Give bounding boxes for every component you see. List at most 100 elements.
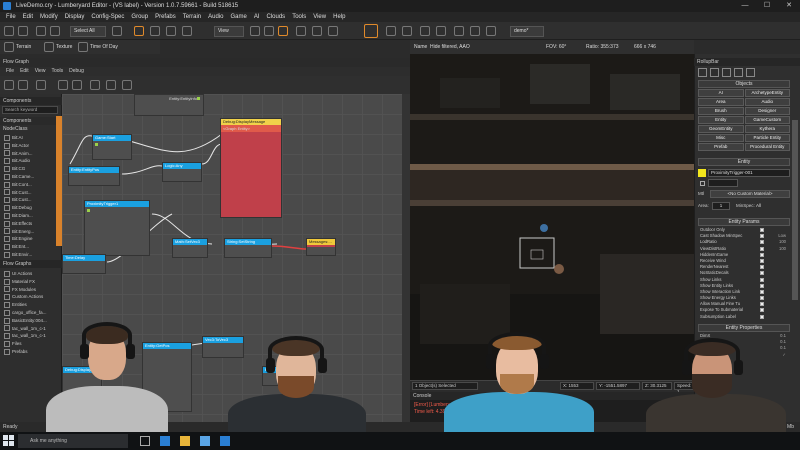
param-checkbox[interactable] xyxy=(760,314,764,319)
flow-graph-item[interactable]: Custom Actions xyxy=(4,293,58,301)
component-item[interactable]: Bit:Effects xyxy=(4,220,58,228)
param-checkbox[interactable] xyxy=(760,234,764,239)
maximize-button[interactable]: ☐ xyxy=(756,0,778,12)
scale-icon[interactable] xyxy=(166,26,176,36)
param-checkbox[interactable] xyxy=(760,240,764,245)
terrain-icon[interactable] xyxy=(4,42,14,52)
component-item[interactable]: Bit:Debug xyxy=(4,204,58,212)
menu-item-terrain[interactable]: Terrain xyxy=(183,12,201,22)
minimize-button[interactable]: — xyxy=(734,0,756,12)
snap-icon[interactable] xyxy=(182,26,192,36)
flow-node-entity-pos[interactable]: Entity:EntityPos xyxy=(68,166,120,186)
fg-pause-icon[interactable] xyxy=(106,80,116,90)
flow-node-debug-display[interactable]: Debug:DisplayMessage <Graph Entity> xyxy=(220,118,282,218)
param-checkbox[interactable] xyxy=(760,289,764,294)
edge-icon[interactable] xyxy=(160,436,170,446)
select-icon[interactable] xyxy=(112,26,122,36)
time-of-day-icon[interactable] xyxy=(78,42,88,52)
component-item[interactable]: Bit:Cont... xyxy=(4,181,58,189)
component-item[interactable]: Bit:Anim... xyxy=(4,150,58,158)
grid-snap-icon[interactable] xyxy=(312,26,322,36)
axis-z-icon[interactable] xyxy=(278,26,288,36)
flow-graph-item[interactable]: Material FX xyxy=(4,278,58,286)
param-checkbox[interactable] xyxy=(760,258,764,263)
component-item[interactable]: Bit:Cust... xyxy=(4,189,58,197)
select-all-dropdown[interactable]: Select All xyxy=(70,26,106,37)
store-icon[interactable] xyxy=(200,436,210,446)
fg-menu-item-file[interactable]: File xyxy=(6,67,14,76)
link-icon[interactable] xyxy=(36,26,46,36)
object-button[interactable]: Kythera xyxy=(744,125,790,133)
menu-item-game[interactable]: Game xyxy=(230,12,246,22)
area-value[interactable]: 1 xyxy=(712,202,730,210)
file-explorer-icon[interactable] xyxy=(180,436,190,446)
minspec-value[interactable]: All xyxy=(756,203,761,208)
component-item[interactable]: Bit:Energ... xyxy=(4,228,58,236)
object-button[interactable]: Designer xyxy=(744,107,790,115)
layer-icon[interactable] xyxy=(470,26,480,36)
database-icon[interactable] xyxy=(486,26,496,36)
object-button[interactable]: Misc xyxy=(698,134,744,142)
param-checkbox[interactable] xyxy=(760,246,764,251)
object-button[interactable]: Procedural Entity xyxy=(744,143,790,151)
flow-node-math-set[interactable]: Math:SetVec3 xyxy=(172,238,208,258)
component-item[interactable]: Bit:CG xyxy=(4,165,58,173)
taskbar-search[interactable]: Ask me anything xyxy=(18,434,128,448)
object-button[interactable]: Brush xyxy=(698,107,744,115)
material-icon[interactable] xyxy=(420,26,430,36)
flow-node-entity-info[interactable]: Entity:EntityInfo xyxy=(134,94,204,116)
menu-item-view[interactable]: View xyxy=(313,12,326,22)
axis-y-icon[interactable] xyxy=(264,26,274,36)
display-tab-icon[interactable] xyxy=(734,68,743,77)
flow-graph-item[interactable]: Entities xyxy=(4,301,58,309)
fg-save-icon[interactable] xyxy=(36,80,46,90)
fg-menu-item-debug[interactable]: Debug xyxy=(69,67,84,76)
object-button[interactable]: Particle Entity xyxy=(744,134,790,142)
component-item[interactable]: Bit:Came... xyxy=(4,173,58,181)
fg-step-icon[interactable] xyxy=(122,80,132,90)
axis-x-icon[interactable] xyxy=(250,26,260,36)
viewport-hide-filter[interactable]: Hide filtered, AAO xyxy=(430,40,470,54)
terrain-tab-icon[interactable] xyxy=(710,68,719,77)
menu-item-edit[interactable]: Edit xyxy=(23,12,33,22)
param-checkbox[interactable] xyxy=(760,277,764,282)
fg-menu-item-tools[interactable]: Tools xyxy=(51,67,63,76)
menu-item-audio[interactable]: Audio xyxy=(208,12,223,22)
flow-node-game-start[interactable]: Game:Start xyxy=(92,134,132,160)
entity-extra-field[interactable] xyxy=(708,179,738,187)
terrain-snap-icon[interactable] xyxy=(296,26,306,36)
rotate-icon[interactable] xyxy=(150,26,160,36)
component-item[interactable]: Bit:Diam... xyxy=(4,212,58,220)
entity-section[interactable]: Entity xyxy=(698,158,790,166)
param-checkbox[interactable] xyxy=(760,302,764,307)
entity-checkbox[interactable] xyxy=(700,181,705,186)
objects-section[interactable]: Objects xyxy=(698,80,790,88)
menu-item-help[interactable]: Help xyxy=(333,12,345,22)
component-search-input[interactable]: Search keyword xyxy=(2,106,58,114)
menu-item-group[interactable]: Group xyxy=(131,12,148,22)
fg-play-icon[interactable] xyxy=(90,80,100,90)
time-of-day-button[interactable]: Time Of Day xyxy=(90,40,118,54)
param-checkbox[interactable] xyxy=(760,283,764,288)
texture-icon[interactable] xyxy=(44,42,54,52)
entity-params-section[interactable]: Entity Params xyxy=(698,218,790,226)
flow-graph-item[interactable]: FX Modules xyxy=(4,286,58,294)
menu-item-modify[interactable]: Modify xyxy=(40,12,58,22)
fg-redo-icon[interactable] xyxy=(18,80,28,90)
rollup-scrollbar[interactable] xyxy=(792,120,798,300)
object-button[interactable]: Entity xyxy=(698,116,744,124)
flow-graph-item[interactable]: UI Actions xyxy=(4,270,58,278)
fg-back-icon[interactable] xyxy=(58,80,68,90)
component-item[interactable]: Bit:Engine xyxy=(4,235,58,243)
menu-item-file[interactable]: File xyxy=(6,12,16,22)
flow-node-string-set[interactable]: String:SetString xyxy=(224,238,272,258)
fg-forward-icon[interactable] xyxy=(72,80,82,90)
custom-material-button[interactable]: <No Custom Material> xyxy=(710,190,790,198)
move-icon[interactable] xyxy=(134,26,144,36)
menu-item-clouds[interactable]: Clouds xyxy=(267,12,286,22)
component-item[interactable]: Bit:Envir... xyxy=(4,251,58,259)
coord-y[interactable]: Y: -1551.5897 xyxy=(596,382,640,390)
fg-menu-item-edit[interactable]: Edit xyxy=(20,67,29,76)
flow-node-time-delay[interactable]: Time:Delay xyxy=(62,254,106,274)
camera-icon[interactable] xyxy=(454,26,464,36)
